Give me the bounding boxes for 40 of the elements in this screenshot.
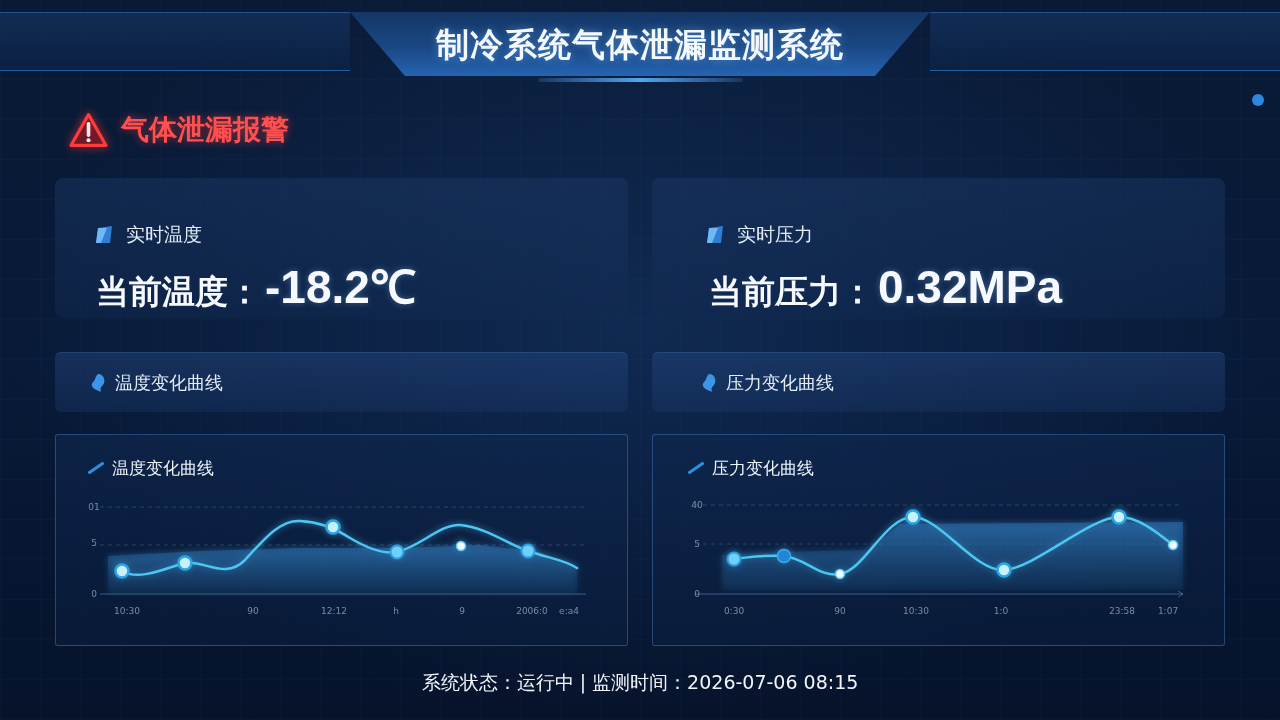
stroke-icon (88, 462, 104, 474)
axis-label: 0 (694, 589, 700, 599)
axis-label: 90 (834, 606, 846, 616)
status-text: 系统状态：运行中 | 监测时间：2026-07-06 08:15 (421, 670, 859, 696)
axis-label: h (393, 606, 399, 616)
chart-title: 压力变化曲线 (712, 456, 814, 480)
chart-title: 温度变化曲线 (112, 456, 214, 480)
axis-label: 01 (88, 502, 100, 512)
axis-label: 23:58 (1109, 606, 1135, 616)
axis-label: 90 (247, 606, 259, 616)
axis-label: 10:30 (114, 606, 140, 616)
value-label: 当前压力： (709, 271, 874, 313)
flag-icon (706, 226, 725, 244)
axis-label: 1:0 (993, 606, 1009, 616)
axis-label: 10:30 (903, 606, 929, 616)
axis-label: 5 (694, 539, 700, 549)
axis-label: 0:30 (723, 606, 745, 616)
reading-value: -18.2℃ (265, 263, 416, 311)
axis-label: e:a4 (559, 606, 579, 616)
reading-value: 0.32MPa (878, 263, 1063, 311)
flag-icon (95, 226, 114, 244)
drop-icon (91, 373, 106, 392)
stroke-icon (688, 462, 704, 474)
value-label: 当前温度： (96, 271, 261, 313)
axis-label: 0 (91, 589, 97, 599)
card-title: 实时温度 (126, 222, 202, 247)
axis-label: 1:07 (1157, 606, 1179, 616)
section-title: 压力变化曲线 (726, 370, 834, 395)
drop-icon (702, 373, 717, 392)
app-title: 制冷系统气体泄漏监测系统 (436, 23, 844, 66)
section-title: 温度变化曲线 (115, 370, 223, 395)
axis-label: 40 (691, 500, 703, 510)
axis-label: 9 (459, 606, 465, 616)
axis-label: 2006:0 (516, 606, 548, 616)
axis-label: 12:12 (321, 606, 347, 616)
dot-icon (1252, 94, 1264, 106)
warning-icon (68, 111, 109, 149)
axis-label: 5 (91, 538, 97, 548)
card-title: 实时压力 (737, 222, 813, 247)
alert-title: 气体泄漏报警 (121, 112, 289, 148)
